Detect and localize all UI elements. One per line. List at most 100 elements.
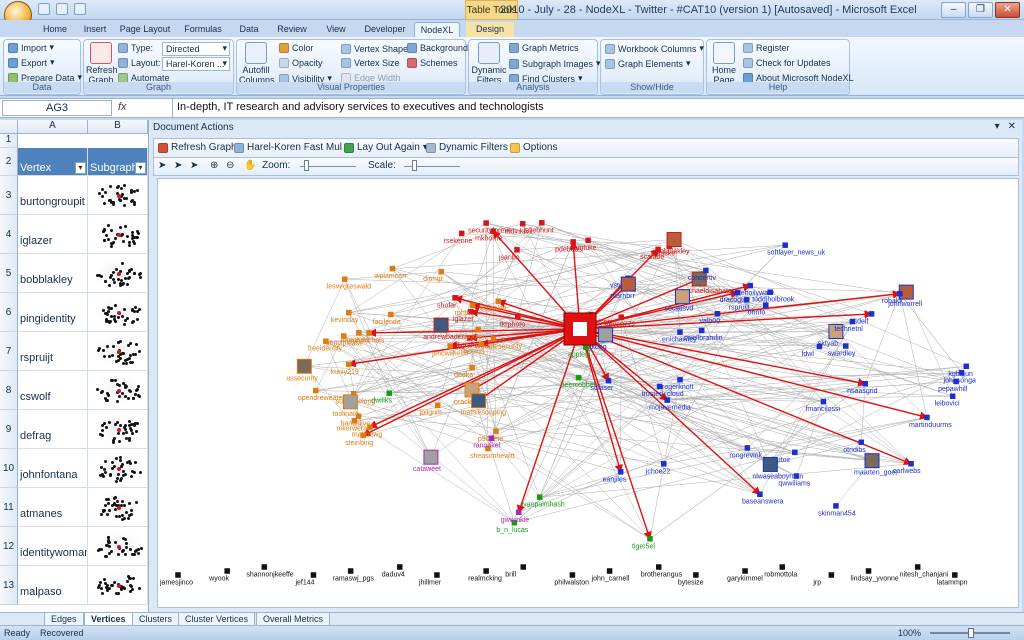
graph-vertex[interactable] (570, 239, 576, 245)
graph-vertex[interactable] (296, 358, 312, 374)
toolbar-layout-select[interactable]: Harel-Koren Fast Mul ▾ (234, 142, 350, 153)
graph-vertex[interactable] (618, 314, 625, 320)
row-header[interactable]: 6 (0, 293, 18, 332)
graph-vertex[interactable] (514, 247, 520, 253)
subgraph-column-header[interactable]: Subgraph ▾ (88, 148, 148, 176)
vertex-cell[interactable]: rspruijt (18, 332, 88, 371)
name-box[interactable]: AG3 (2, 100, 112, 116)
panel-close-icon[interactable]: ✕ (1008, 121, 1016, 132)
graph-vertex[interactable] (767, 289, 773, 295)
graph-vertex[interactable] (490, 336, 497, 342)
graph-vertex[interactable] (490, 228, 496, 234)
subgraph-cell[interactable] (88, 527, 148, 566)
graph-vertex[interactable] (356, 330, 362, 336)
subgraph-cell[interactable] (88, 176, 148, 215)
subgraph-cell[interactable] (88, 215, 148, 254)
graph-vertex[interactable] (433, 317, 449, 333)
graph-vertex[interactable] (816, 343, 823, 350)
graph-vertex[interactable] (820, 398, 827, 405)
graph-vertex[interactable] (471, 393, 487, 409)
zoom-out-icon[interactable]: ⊖ (226, 160, 234, 171)
vertex-column-header[interactable]: Vertex ▾ (18, 148, 88, 176)
graph-vertex[interactable] (868, 311, 875, 317)
graph-vertex[interactable] (458, 230, 465, 237)
graph-vertex[interactable] (782, 242, 788, 248)
graph-vertex[interactable] (714, 310, 721, 317)
column-header-a[interactable]: A (18, 120, 88, 134)
graph-vertex[interactable] (351, 418, 358, 424)
network-graph[interactable]: michaeldisabatotkrphotomdinki57sdjgraham… (158, 179, 1019, 608)
graph-vertex[interactable] (858, 439, 864, 446)
graph-vertex[interactable] (924, 414, 930, 421)
schemes-button[interactable]: Schemes (407, 58, 458, 68)
graph-vertex[interactable] (495, 298, 502, 304)
subgraph-cell[interactable] (88, 410, 148, 449)
graph-vertex[interactable] (656, 383, 663, 390)
graph-vertex[interactable] (833, 503, 839, 509)
graph-vertex[interactable] (310, 572, 317, 578)
fx-icon[interactable]: fx (118, 101, 127, 113)
vertex-shape-button[interactable]: Vertex Shape ▾ (341, 43, 416, 54)
graph-vertex[interactable] (864, 453, 880, 469)
vertex-cell[interactable]: burtongroupit (18, 176, 88, 215)
vertex-cell[interactable]: atmanes (18, 488, 88, 527)
graph-vertex[interactable] (605, 377, 612, 384)
scale-slider-thumb[interactable] (412, 160, 417, 171)
graph-vertex[interactable] (313, 387, 319, 394)
graph-vertex[interactable] (389, 265, 396, 272)
row-header[interactable]: 12 (0, 527, 18, 566)
import-button[interactable]: Import ▾ (8, 42, 54, 53)
graph-vertex[interactable] (698, 327, 705, 334)
graph-vertex[interactable] (598, 327, 614, 343)
subgraph-images-button[interactable]: Subgraph Images ▾ (509, 58, 601, 69)
select-tool-icon[interactable]: ➤ (158, 160, 166, 171)
refresh-graph-button[interactable]: Refresh Graph (86, 42, 118, 85)
graph-vertex[interactable] (347, 568, 354, 574)
graph-vertex[interactable] (647, 536, 653, 542)
graph-vertex[interactable] (483, 568, 489, 574)
graph-vertex[interactable] (536, 494, 543, 500)
graph-vertex[interactable] (620, 276, 636, 292)
save-icon[interactable] (38, 3, 50, 15)
graph-vertex[interactable] (575, 374, 582, 381)
select-all-corner[interactable] (0, 120, 18, 134)
graph-vertex[interactable] (843, 343, 849, 349)
redo-icon[interactable] (74, 3, 86, 15)
graph-vertex[interactable] (908, 460, 914, 467)
graph-vertex[interactable] (387, 311, 394, 318)
subgraph-cell[interactable] (88, 449, 148, 488)
vertex-cell[interactable]: bobblakley (18, 254, 88, 293)
status-zoom[interactable]: 100% (898, 628, 921, 638)
vertex-size-button[interactable]: Vertex Size (341, 58, 400, 68)
graph-vertex[interactable] (617, 469, 624, 475)
subgraph-cell[interactable] (88, 254, 148, 293)
tab-insert[interactable]: Insert (76, 22, 114, 37)
color-button[interactable]: Color (279, 43, 314, 53)
subgraph-cell[interactable] (88, 371, 148, 410)
graph-vertex[interactable] (757, 491, 763, 497)
tab-developer[interactable]: Developer (358, 22, 412, 37)
graph-vertex[interactable] (366, 330, 372, 336)
row-header[interactable]: 7 (0, 332, 18, 371)
graph-vertex[interactable] (677, 329, 683, 335)
filter-dropdown-icon[interactable]: ▾ (75, 162, 86, 174)
status-zoom-thumb[interactable] (968, 628, 974, 638)
layout-select[interactable]: Harel-Koren ... (162, 57, 230, 71)
row-header[interactable]: 5 (0, 254, 18, 293)
graph-metrics-button[interactable]: Graph Metrics (509, 43, 579, 53)
graph-vertex[interactable] (779, 564, 785, 570)
maximize-icon[interactable]: ❐ (968, 2, 993, 18)
graph-vertex[interactable] (478, 341, 485, 347)
row-header[interactable]: 1 (0, 134, 18, 148)
row-header[interactable]: 13 (0, 566, 18, 605)
graph-vertex[interactable] (224, 568, 230, 574)
tab-formulas[interactable]: Formulas (178, 22, 228, 37)
graph-vertex[interactable] (346, 361, 352, 368)
toolbar-refresh-graph[interactable]: Refresh Graph (158, 142, 237, 153)
graph-vertex[interactable] (515, 314, 521, 320)
graph-vertex[interactable] (865, 568, 872, 574)
dynamic-filters-button[interactable]: Dynamic Filters (471, 42, 507, 85)
select-edges-tool-icon[interactable]: ➤ (190, 160, 198, 171)
row-header[interactable]: 2 (0, 148, 18, 176)
graph-vertex[interactable] (744, 445, 751, 451)
